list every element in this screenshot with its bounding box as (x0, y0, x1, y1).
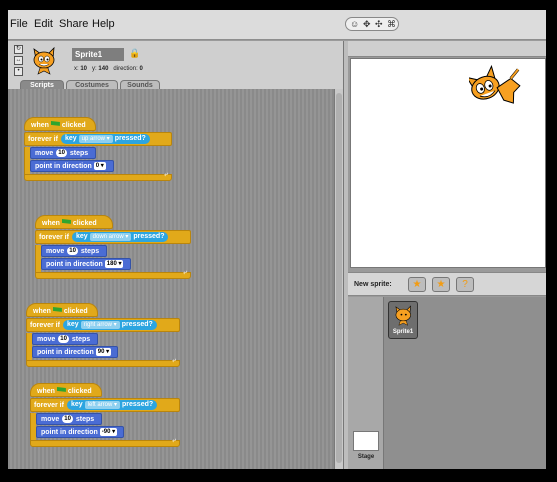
sprite-coordinates: x: 10 y: 140 direction: 0 (74, 66, 143, 72)
forever-end (26, 357, 180, 367)
stage-toolbar (348, 41, 546, 57)
steps-input[interactable]: 10 (58, 335, 69, 343)
choose-sprite-icon[interactable]: ★ (432, 277, 450, 292)
rotate-icon[interactable]: ↻ (14, 45, 23, 54)
stage-cat-sprite-icon[interactable] (469, 63, 529, 111)
forever-if-block[interactable]: forever if key right arrow ▾ pressed? (26, 318, 180, 332)
scripts-scrollbar[interactable] (334, 89, 343, 469)
lock-icon[interactable]: 🔒 (129, 48, 140, 59)
flip-icon[interactable]: ↔ (14, 56, 23, 65)
point-direction-block[interactable]: point in direction 0 ▾ (30, 160, 114, 172)
steps-input[interactable]: 10 (67, 247, 78, 255)
forever-if-block[interactable]: forever if key up arrow ▾ pressed? (24, 132, 172, 146)
screenshot-frame: File Edit Share Help ☺ ✥ ✣ ⌘ ↻ ↔ • Sprit… (0, 0, 557, 482)
menu-share[interactable]: Share (59, 18, 88, 30)
menu-file[interactable]: File (10, 18, 28, 30)
grow-icon[interactable]: ✥ (363, 18, 371, 31)
rotation-style-buttons: ↻ ↔ • (14, 45, 23, 78)
sprite-name-field[interactable]: Sprite1 (72, 48, 124, 61)
when-flag-clicked-block[interactable]: when clicked (35, 215, 113, 229)
key-pressed-condition[interactable]: key right arrow ▾ pressed? (62, 320, 157, 330)
move-steps-block[interactable]: move 10 steps (30, 147, 96, 159)
direction-dropdown[interactable]: 180 ▾ (104, 260, 124, 268)
green-flag-icon (52, 307, 62, 312)
steps-input[interactable]: 10 (62, 415, 73, 423)
when-flag-clicked-block[interactable]: when clicked (24, 117, 96, 131)
sprite-cat-icon (33, 46, 55, 75)
key-pressed-condition[interactable]: key up arrow ▾ pressed? (60, 134, 150, 144)
key-dropdown[interactable]: left arrow ▾ (84, 401, 121, 409)
forever-end (24, 171, 172, 181)
new-sprite-bar: New sprite: ★ ★ ? (348, 272, 546, 296)
sprite-tile-label: Sprite1 (392, 329, 414, 335)
menu-help[interactable]: Help (92, 18, 115, 30)
stage-thumbnail[interactable] (353, 431, 379, 451)
stage-column: Stage (348, 297, 384, 469)
sprite-library: Stage Sprite1 (348, 297, 546, 469)
shrink-all-icon[interactable]: ⌘ (387, 18, 396, 31)
move-steps-block[interactable]: move 10 steps (36, 413, 102, 425)
sprite-tile[interactable]: Sprite1 (388, 301, 418, 339)
direction-dropdown[interactable]: 0 ▾ (93, 162, 106, 170)
menu-bar: File Edit Share Help ☺ ✥ ✣ ⌘ (8, 10, 546, 40)
green-flag-icon (61, 219, 71, 224)
key-dropdown[interactable]: right arrow ▾ (80, 321, 120, 329)
person-icon[interactable]: ☺ (350, 18, 359, 31)
key-dropdown[interactable]: up arrow ▾ (78, 135, 113, 143)
direction-dropdown[interactable]: -90 ▾ (99, 428, 118, 436)
no-rotate-icon[interactable]: • (14, 67, 23, 76)
forever-end (35, 269, 191, 279)
menu-edit[interactable]: Edit (34, 18, 53, 30)
new-sprite-label: New sprite: (354, 281, 392, 288)
sprite-info-panel: ↻ ↔ • Sprite1 🔒 x: 10 y: 140 direction: … (8, 41, 346, 91)
forever-if-block[interactable]: forever if key down arrow ▾ pressed? (35, 230, 191, 244)
key-pressed-condition[interactable]: key down arrow ▾ pressed? (71, 232, 169, 242)
green-flag-icon (56, 387, 66, 392)
key-pressed-condition[interactable]: key left arrow ▾ pressed? (66, 400, 158, 410)
when-flag-clicked-block[interactable]: when clicked (26, 303, 98, 317)
scripts-area[interactable]: when clicked forever if key up arrow ▾ press… (8, 89, 343, 469)
move-steps-block[interactable]: move 10 steps (32, 333, 98, 345)
forever-end (30, 437, 180, 447)
point-direction-block[interactable]: point in direction 90 ▾ (32, 346, 118, 358)
stage[interactable] (350, 58, 546, 268)
sprite-tile-cat-icon (395, 305, 411, 326)
green-flag-icon (50, 121, 60, 126)
point-direction-block[interactable]: point in direction -90 ▾ (36, 426, 124, 438)
shrink-icon[interactable]: ✣ (375, 18, 383, 31)
move-steps-block[interactable]: move 10 steps (41, 245, 107, 257)
scratch-window: File Edit Share Help ☺ ✥ ✣ ⌘ ↻ ↔ • Sprit… (8, 10, 546, 469)
stage-label: Stage (357, 454, 375, 460)
scrollbar-thumb[interactable] (336, 93, 342, 463)
sprite-tool-buttons: ☺ ✥ ✣ ⌘ (345, 17, 399, 31)
forever-if-block[interactable]: forever if key left arrow ▾ pressed? (30, 398, 180, 412)
surprise-sprite-icon[interactable]: ? (456, 277, 474, 292)
steps-input[interactable]: 10 (56, 149, 67, 157)
paint-sprite-icon[interactable]: ★ (408, 277, 426, 292)
key-dropdown[interactable]: down arrow ▾ (89, 233, 132, 241)
when-flag-clicked-block[interactable]: when clicked (30, 383, 102, 397)
point-direction-block[interactable]: point in direction 180 ▾ (41, 258, 131, 270)
direction-dropdown[interactable]: 90 ▾ (95, 348, 112, 356)
